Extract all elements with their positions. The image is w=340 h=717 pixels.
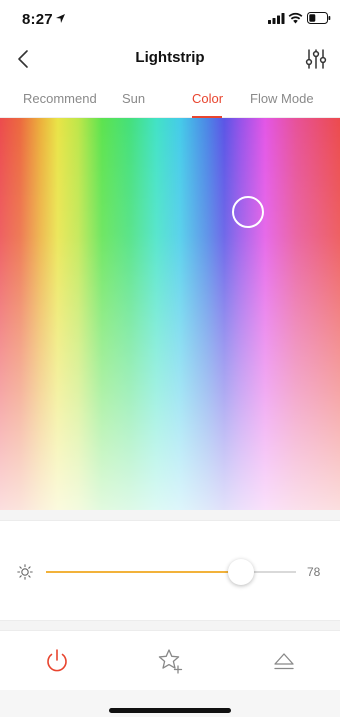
tab-flow-mode[interactable]: Flow Mode <box>250 91 314 106</box>
saturation-overlay <box>0 118 340 510</box>
tab-sun[interactable]: Sun <box>122 91 145 106</box>
battery-icon <box>307 12 331 24</box>
color-spectrum-picker[interactable] <box>0 118 340 510</box>
status-bar: 8:27 <box>0 0 340 40</box>
eject-button[interactable] <box>270 647 298 675</box>
star-add-icon <box>158 649 183 674</box>
tab-color[interactable]: Color <box>192 91 223 106</box>
wifi-icon <box>288 12 303 24</box>
home-indicator-area <box>0 690 340 717</box>
status-time: 8:27 <box>22 11 53 28</box>
slider-thumb[interactable] <box>228 559 254 585</box>
section-divider <box>0 620 340 630</box>
sliders-icon <box>305 49 327 69</box>
nav-bar: Lightstrip <box>0 40 340 78</box>
power-icon <box>47 649 67 672</box>
home-indicator[interactable] <box>109 708 231 713</box>
eject-icon <box>274 653 294 670</box>
slider-fill <box>46 571 241 573</box>
brightness-panel: 78 <box>0 520 340 620</box>
brightness-slider[interactable] <box>46 559 296 585</box>
settings-button[interactable] <box>304 47 328 71</box>
sun-icon <box>17 564 33 580</box>
bottom-action-bar <box>0 630 340 690</box>
tab-recommend[interactable]: Recommend <box>23 91 97 106</box>
section-divider <box>0 510 340 520</box>
add-favorite-button[interactable] <box>156 647 184 675</box>
tab-bar: Recommend Sun Color Flow Mode <box>0 78 340 118</box>
color-picker-handle[interactable] <box>232 196 264 228</box>
location-arrow-icon <box>56 14 65 23</box>
signal-bars-icon <box>268 13 285 24</box>
power-button[interactable] <box>43 647 71 675</box>
page-title: Lightstrip <box>135 49 205 66</box>
brightness-value: 78 <box>307 565 321 579</box>
